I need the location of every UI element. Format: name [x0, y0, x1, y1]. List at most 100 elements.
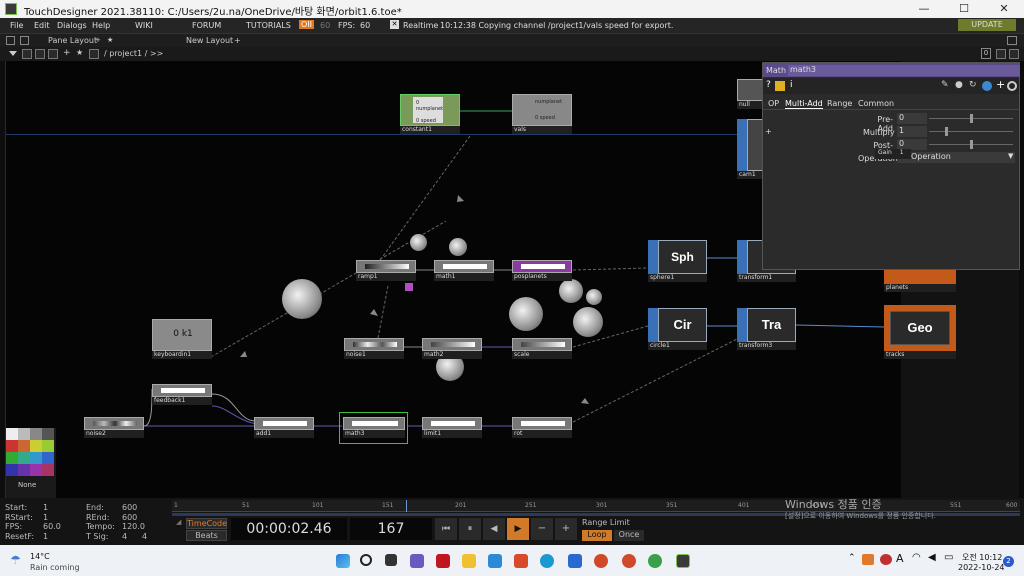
tab-multi-add[interactable]: Multi-Add [785, 99, 823, 109]
playhead[interactable] [406, 500, 407, 512]
python-icon[interactable] [775, 81, 785, 91]
notification-badge[interactable]: 2 [1003, 556, 1014, 567]
weather-temp[interactable]: 14°C [30, 552, 50, 561]
close-button[interactable]: ✕ [984, 0, 1024, 18]
node-null[interactable]: null [737, 79, 765, 109]
node-keyboardin1[interactable]: 0 k1 keyboardin1 [152, 319, 212, 361]
globe-icon[interactable] [982, 81, 992, 91]
resetf-value[interactable]: 1 [43, 532, 48, 542]
rstart-value[interactable]: 1 [43, 513, 48, 523]
clock-date[interactable]: 2022-10-24 [958, 563, 1005, 572]
minimize-button[interactable]: — [904, 0, 944, 18]
touchdesigner-taskbar-icon[interactable] [676, 554, 690, 568]
network-path[interactable]: / project1 / >> [104, 49, 163, 58]
export-flag-icon[interactable] [405, 283, 413, 291]
node-posplanets[interactable]: posplanets [512, 260, 572, 282]
node-ramp1[interactable]: ramp1 [356, 260, 416, 282]
wiki-link[interactable]: WIKI [135, 21, 153, 30]
menu-dialogs[interactable]: Dialogs [57, 21, 87, 30]
tray-app-icon-2[interactable] [880, 554, 892, 565]
info-icon[interactable]: i [790, 80, 793, 90]
realtime-checkbox[interactable]: ✕ [390, 20, 399, 29]
rewind-button[interactable]: ⏮ [435, 518, 457, 540]
node-math3[interactable]: math3 [343, 417, 405, 439]
node-math2[interactable]: math2 [422, 338, 482, 360]
weather-text[interactable]: Rain coming [30, 563, 80, 572]
once-button[interactable]: Once [614, 530, 644, 541]
play-reverse-button[interactable]: ◀ [483, 518, 505, 540]
input-language[interactable]: A [896, 552, 904, 565]
home-icon[interactable] [22, 49, 32, 59]
fps-value-timeline[interactable]: 60.0 [43, 522, 61, 532]
star-icon[interactable]: ★ [76, 48, 83, 57]
multiply-slider[interactable] [929, 131, 1013, 132]
tab-common[interactable]: Common [858, 99, 894, 108]
pane-layout-label[interactable]: Pane Layout [48, 36, 97, 45]
color-palette[interactable]: None [6, 428, 56, 498]
new-layout-add-button[interactable]: + [234, 36, 241, 45]
netflix-icon[interactable] [436, 554, 450, 568]
operation-dropdown[interactable]: Operation [897, 152, 1015, 163]
tsig-value-1[interactable]: 4 [122, 532, 127, 542]
path-close-icon[interactable] [1009, 49, 1019, 59]
loop-button[interactable]: Loop [582, 530, 612, 541]
timeline-collapse-icon[interactable]: ◢ [176, 518, 181, 526]
tsig-value-2[interactable]: 4 [142, 532, 147, 542]
frame-display[interactable]: 167 [350, 518, 432, 540]
node-transform3[interactable]: Tra transform3 [737, 308, 796, 350]
add-param-icon[interactable]: + [996, 78, 1005, 91]
chrome-icon[interactable] [594, 554, 608, 568]
timecode-display[interactable]: 00:00:02.46 [231, 518, 347, 540]
search-icon[interactable] [360, 554, 372, 566]
clock-time[interactable]: 오전 10:12 [962, 552, 1002, 563]
node-circle1[interactable]: Cir circle1 [648, 308, 707, 350]
word-icon[interactable] [568, 554, 582, 568]
node-cam1[interactable]: cam1 [737, 119, 765, 181]
start-icon[interactable] [336, 554, 350, 568]
post-add-slider-handle[interactable] [970, 140, 973, 149]
rend-value[interactable]: 600 [122, 513, 137, 523]
tray-app-icon[interactable] [862, 554, 874, 565]
node-sphere1[interactable]: Sph sphere1 [648, 240, 707, 282]
new-layout-label[interactable]: New Layout [186, 36, 233, 45]
swatch-none-label[interactable]: None [18, 481, 36, 489]
pane-star-icon[interactable]: ★ [107, 36, 113, 44]
pane-max-icon[interactable] [1007, 36, 1017, 45]
node-scale[interactable]: scale [512, 338, 572, 360]
expand-icon[interactable]: + [765, 127, 772, 136]
help-icon[interactable]: ? [766, 80, 771, 90]
pane-split-icon[interactable] [6, 36, 15, 45]
store-icon[interactable] [488, 554, 502, 568]
pre-add-slider-handle[interactable] [970, 114, 973, 123]
node-add1[interactable]: add1 [254, 417, 314, 439]
menu-help[interactable]: Help [92, 21, 110, 30]
up-level-icon[interactable] [89, 49, 99, 59]
menu-file[interactable]: File [10, 21, 23, 30]
path-window-icon[interactable] [996, 49, 1006, 59]
timecode-button[interactable]: TimeCode [186, 518, 227, 529]
weather-icon[interactable]: ☂ [10, 553, 21, 567]
node-math1[interactable]: math1 [434, 260, 494, 282]
play-button[interactable]: ▶ [507, 518, 529, 540]
edge-icon[interactable] [540, 554, 554, 568]
tab-op[interactable]: OP [768, 99, 779, 108]
pane-expand-icon[interactable] [20, 36, 29, 45]
task-view-icon[interactable] [385, 554, 397, 566]
tutorials-link[interactable]: TUTORIALS [246, 21, 291, 30]
parameter-dialog[interactable]: Math math3 ? i ✎ ● ↻ + OP Multi-Add Rang… [762, 62, 1020, 270]
refresh-icon[interactable]: ↻ [969, 80, 977, 90]
forward-icon[interactable] [48, 49, 58, 59]
node-feedback1[interactable]: feedback1 [152, 384, 212, 406]
edit-icon[interactable]: ✎ [941, 80, 949, 90]
dropdown-icon[interactable] [9, 51, 17, 56]
end-value[interactable]: 600 [122, 503, 137, 513]
wifi-icon[interactable]: ◠ [912, 552, 921, 563]
start-value[interactable]: 1 [43, 503, 48, 513]
volume-icon[interactable]: ◀ [928, 552, 936, 563]
maximize-button[interactable]: ☐ [944, 0, 984, 18]
chrome-icon-2[interactable] [622, 554, 636, 568]
node-limit1[interactable]: limit1 [422, 417, 482, 439]
multiply-field[interactable]: 1 [897, 126, 927, 137]
tab-range[interactable]: Range [827, 99, 852, 108]
back-icon[interactable] [35, 49, 45, 59]
